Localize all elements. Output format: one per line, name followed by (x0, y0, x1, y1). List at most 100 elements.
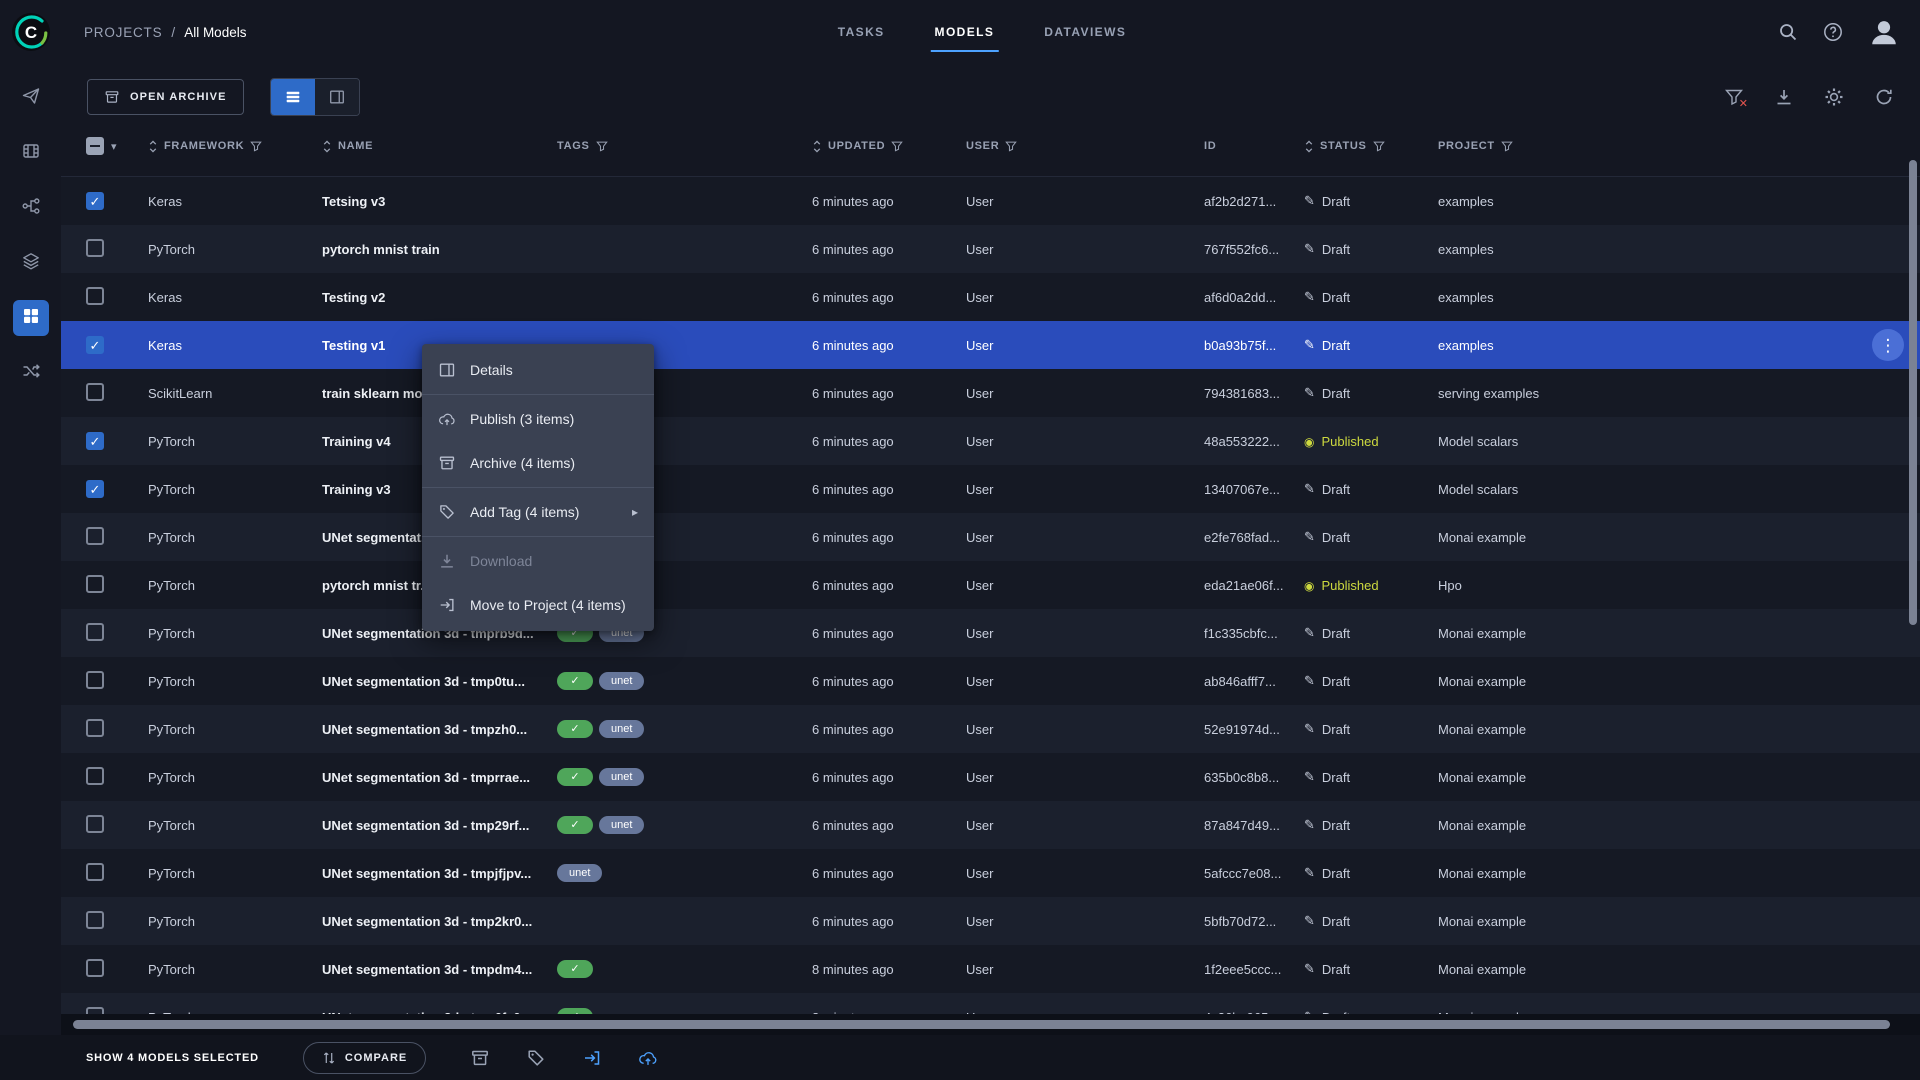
sidebar-item-projects[interactable] (13, 80, 49, 116)
menu-item-archive[interactable]: Archive (4 items) (422, 441, 654, 485)
project-cell: Monai example (1438, 769, 1527, 785)
row-select-cell (86, 526, 148, 548)
refresh-icon[interactable] (1874, 87, 1894, 107)
context-menu: Details Publish (3 items) Archive (4 ite… (422, 344, 654, 631)
updated-cell: 6 minutes ago (812, 625, 894, 641)
row-checkbox[interactable] (86, 622, 104, 641)
clearml-logo[interactable]: C (11, 12, 51, 52)
table-row[interactable]: PyTorch Training v3 6 minutes ago User 1… (61, 465, 1920, 513)
model-name-cell[interactable]: UNet segmentation 3d - tmp29rf... (322, 818, 557, 833)
row-checkbox[interactable] (86, 432, 104, 450)
download-icon[interactable] (1774, 87, 1794, 107)
table-row[interactable]: Keras Tetsing v3 6 minutes ago User af2b… (61, 177, 1920, 225)
column-id[interactable]: ID (1204, 140, 1304, 152)
menu-item-details[interactable]: Details (422, 348, 654, 392)
sort-icon (1305, 139, 1313, 153)
vertical-scrollbar[interactable] (1909, 160, 1917, 625)
menu-item-publish[interactable]: Publish (3 items) (422, 397, 654, 441)
tag-selected-icon[interactable] (526, 1048, 546, 1068)
clearml-app: C PROJECTS / All Models TASKS MODELS DAT… (0, 0, 1920, 1080)
model-name-cell[interactable]: UNet segmentation 3d - tmpdm4... (322, 962, 557, 977)
model-name-cell[interactable]: Tetsing v3 (322, 194, 557, 209)
table-row[interactable]: Keras Testing v1 6 minutes ago User b0a9… (61, 321, 1920, 369)
table-row[interactable]: ScikitLearn train sklearn mo... 6 minute… (61, 369, 1920, 417)
table-row[interactable]: PyTorch Training v4 6 minutes ago User 4… (61, 417, 1920, 465)
row-checkbox[interactable] (86, 670, 104, 689)
id-cell: b0a93b75f... (1204, 337, 1277, 353)
model-name-cell[interactable]: UNet segmentation 3d - tmpzh0... (322, 722, 557, 737)
row-checkbox[interactable] (86, 480, 104, 498)
menu-item-add-tag[interactable]: Add Tag (4 items) ▸ (422, 490, 654, 534)
select-dropdown-caret-icon[interactable]: ▾ (111, 140, 117, 153)
compare-button[interactable]: COMPARE (302, 1041, 427, 1074)
column-status[interactable]: STATUS (1304, 139, 1438, 153)
table-row[interactable]: PyTorch UNet segmentat... 6 minutes ago … (61, 513, 1920, 561)
table-row[interactable]: PyTorch UNet segmentation 3d - tmp0tu...… (61, 657, 1920, 705)
row-checkbox[interactable] (86, 862, 104, 881)
row-select-cell (86, 480, 148, 498)
move-selected-icon[interactable] (582, 1048, 602, 1068)
row-checkbox[interactable] (86, 286, 104, 305)
table-row[interactable]: Keras Testing v2 6 minutes ago User af6d… (61, 273, 1920, 321)
model-name-cell[interactable]: UNet segmentation 3d - tmp0tu... (322, 674, 557, 689)
project-cell: examples (1438, 193, 1494, 209)
settings-gear-icon[interactable] (1824, 87, 1844, 107)
table-row[interactable]: PyTorch UNet segmentation 3d - tmp29rf..… (61, 801, 1920, 849)
model-name-cell[interactable]: UNet segmentation 3d - tmpjfjpv... (322, 866, 557, 881)
row-checkbox[interactable] (86, 766, 104, 785)
sidebar-item-pipelines[interactable] (13, 190, 49, 226)
clear-filters-icon[interactable]: ✕ (1724, 87, 1748, 110)
table-row[interactable]: PyTorch pytorch mnist train 6 minutes ag… (61, 225, 1920, 273)
row-checkbox[interactable] (86, 958, 104, 977)
row-checkbox[interactable] (86, 382, 104, 401)
row-checkbox[interactable] (86, 336, 104, 354)
column-name[interactable]: NAME (322, 139, 557, 153)
horizontal-scrollbar[interactable] (73, 1020, 1890, 1029)
table-row[interactable]: PyTorch pytorch mnist tr... 6 minutes ag… (61, 561, 1920, 609)
card-view-button[interactable] (314, 79, 359, 115)
table-row[interactable]: PyTorch UNet segmentation 3d - tmpjfjpv.… (61, 849, 1920, 897)
row-checkbox[interactable] (86, 910, 104, 929)
search-icon[interactable] (1778, 22, 1798, 42)
menu-item-move-to-project[interactable]: Move to Project (4 items) (422, 583, 654, 627)
updated-cell: 6 minutes ago (812, 481, 894, 497)
open-archive-button[interactable]: OPEN ARCHIVE (87, 79, 244, 115)
row-checkbox[interactable] (86, 814, 104, 833)
tab-models[interactable]: MODELS (930, 21, 999, 52)
publish-selected-icon[interactable] (638, 1048, 658, 1068)
model-name-cell[interactable]: UNet segmentation 3d - tmprrae... (322, 770, 557, 785)
column-user[interactable]: USER (966, 140, 1204, 152)
sidebar-item-datasets[interactable] (13, 135, 49, 171)
table-view-button[interactable] (270, 79, 315, 115)
column-framework[interactable]: FRAMEWORK (148, 139, 322, 153)
model-name-cell[interactable]: UNet segmentation 3d - tmp2kr0... (322, 914, 557, 929)
help-icon[interactable] (1823, 22, 1843, 42)
archive-selected-icon[interactable] (470, 1048, 490, 1068)
tab-tasks[interactable]: TASKS (836, 21, 887, 43)
row-checkbox[interactable] (86, 574, 104, 593)
sidebar-item-workers-queues[interactable] (13, 355, 49, 391)
status-label: Published (1321, 577, 1379, 593)
column-project[interactable]: PROJECT (1438, 140, 1920, 152)
model-name-cell[interactable]: Testing v2 (322, 290, 557, 305)
row-checkbox[interactable] (86, 192, 104, 210)
table-row[interactable]: PyTorch UNet segmentation 3d - tmpzh0...… (61, 705, 1920, 753)
row-checkbox[interactable] (86, 718, 104, 737)
column-tags[interactable]: TAGS (557, 140, 812, 152)
row-checkbox[interactable] (86, 526, 104, 545)
column-updated[interactable]: UPDATED (812, 139, 966, 153)
selection-count-label[interactable]: SHOW 4 MODELS SELECTED (86, 1052, 259, 1064)
breadcrumb-projects[interactable]: PROJECTS (84, 25, 162, 40)
model-name-cell[interactable]: pytorch mnist train (322, 242, 557, 257)
sidebar-item-hyper-datasets[interactable] (13, 245, 49, 281)
row-checkbox[interactable] (86, 238, 104, 257)
user-avatar[interactable] (1868, 16, 1900, 48)
table-row[interactable]: PyTorch UNet segmentation 3d - tmprrae..… (61, 753, 1920, 801)
row-kebab-menu-button[interactable]: ⋮ (1872, 329, 1904, 361)
tab-dataviews[interactable]: DATAVIEWS (1042, 21, 1128, 43)
sidebar-item-models[interactable] (12, 300, 49, 336)
table-row[interactable]: PyTorch UNet segmentation 3d - tmprb9d..… (61, 609, 1920, 657)
table-row[interactable]: PyTorch UNet segmentation 3d - tmp2kr0..… (61, 897, 1920, 945)
select-all-checkbox[interactable] (86, 137, 104, 155)
table-row[interactable]: PyTorch UNet segmentation 3d - tmpdm4...… (61, 945, 1920, 993)
